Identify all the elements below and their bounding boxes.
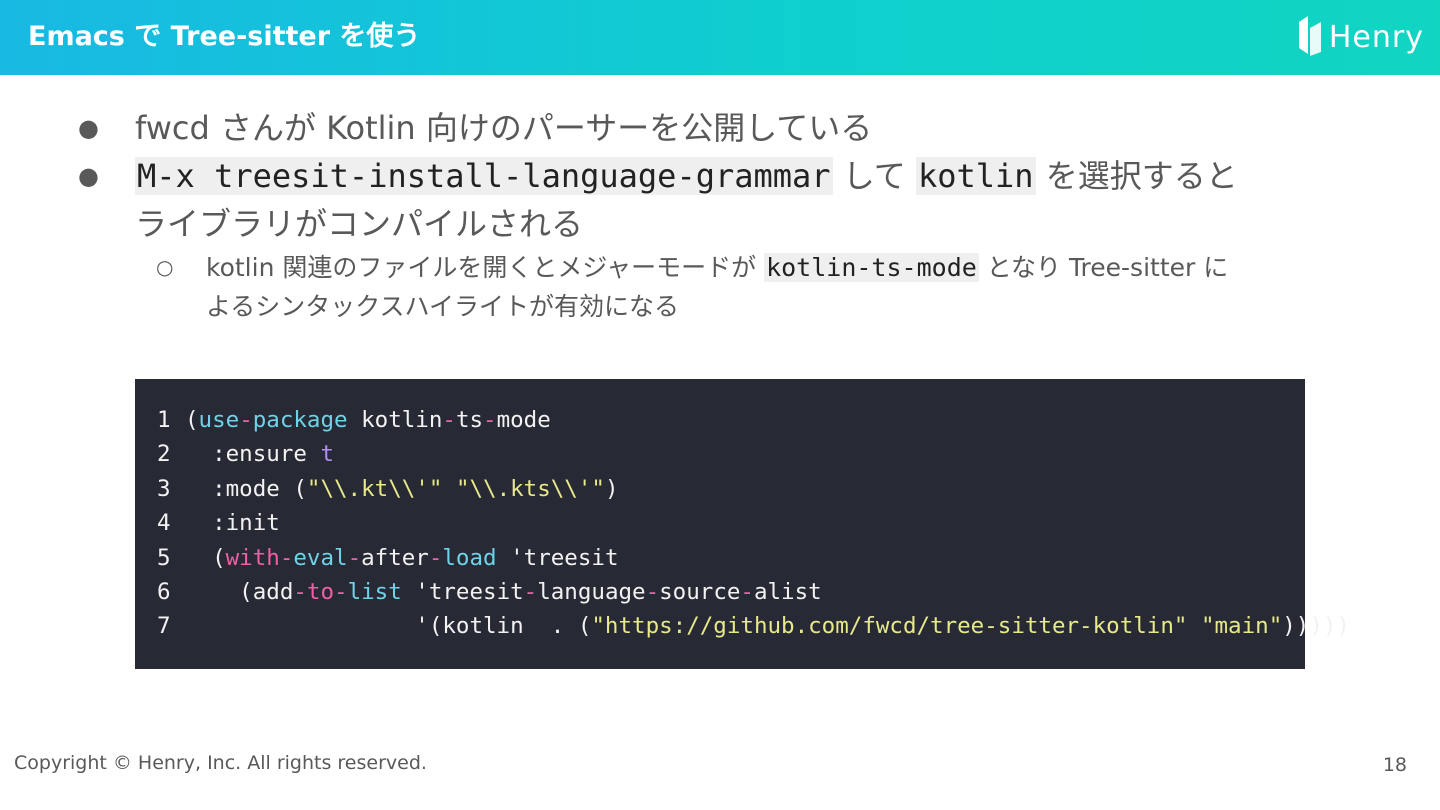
code-token: :mode ( (185, 475, 307, 502)
code-line: 2 :ensure t (157, 437, 1305, 471)
code-token: - (347, 544, 362, 571)
sub-bullet-item: ○ kotlin 関連のファイルを開くとメジャーモードが kotlin-ts-m… (156, 248, 1378, 326)
code-token: "\\.kts\\'" (455, 475, 605, 502)
line-number: 4 (157, 510, 171, 537)
bullet-text: M-x treesit-install-language-grammar して … (135, 152, 1375, 248)
code-token: - (523, 578, 538, 605)
henry-logo-icon (1297, 14, 1323, 60)
inline-code: kotlin-ts-mode (764, 253, 979, 282)
code-line: 7 '(kotlin . ("https://github.com/fwcd/t… (157, 609, 1350, 643)
code-token: t (320, 441, 335, 468)
code-token: ))))) (1282, 613, 1350, 640)
code-token: - (442, 407, 456, 433)
code-token: source (659, 578, 741, 605)
header-bar: Emacs で Tree-sitter を使う Henry (0, 0, 1440, 75)
bullet-item: ● M-x treesit-install-language-grammar し… (78, 152, 1378, 248)
slide: Emacs で Tree-sitter を使う Henry ● fwcd さんが… (0, 0, 1440, 810)
code-token: "https://github.com/fwcd/tree-sitter-kot… (591, 613, 1188, 640)
sub-bullet-text: kotlin 関連のファイルを開くとメジャーモードが kotlin-ts-mod… (206, 248, 1366, 326)
sub-bullet-text-part: となり Tree-sitter に (978, 253, 1229, 282)
henry-logo: Henry (1297, 14, 1424, 60)
bullet-dot-icon: ● (78, 114, 99, 142)
code-line: 5 (with-eval-after-load 'treesit (157, 541, 1305, 575)
code-block: 1 (use-package kotlin-ts-mode 2 :ensure t… (135, 379, 1350, 669)
code-token: alist (753, 578, 822, 605)
code-token: 'treesit (401, 578, 524, 605)
code-token: to (306, 578, 335, 605)
code-token: kotlin (347, 407, 443, 433)
code-token: "\\.kt\\'" (306, 475, 443, 502)
code-token: ts (455, 407, 484, 433)
code-token: - (334, 578, 348, 605)
inline-code: M-x treesit-install-language-grammar (135, 157, 833, 195)
code-token: use (198, 407, 240, 433)
code-line: 6 (add-to-list 'treesit-language-source-… (157, 575, 1305, 609)
code-token: - (645, 578, 660, 605)
line-number: 3 (157, 475, 171, 502)
bullet-text-part: して (832, 157, 916, 195)
code-token: language (537, 578, 646, 605)
code-token: - (483, 407, 497, 433)
slide-title: Emacs で Tree-sitter を使う (28, 21, 421, 52)
bullet-list: ● fwcd さんが Kotlin 向けのパーサーを公開している ● M-x t… (78, 104, 1378, 326)
bullet-text-part: ライブラリがコンパイルされる (135, 205, 584, 243)
code-token: eval (293, 544, 348, 571)
code-token: ( (185, 544, 226, 571)
code-token: after (361, 544, 429, 571)
code-token: load (442, 544, 497, 571)
code-token: - (740, 578, 754, 605)
code-token: - (428, 544, 443, 571)
code-token: - (279, 544, 294, 571)
line-number: 2 (157, 441, 171, 468)
code-token: mode (496, 407, 551, 433)
code-token: package (252, 407, 348, 433)
bullet-text-part: を選択すると (1035, 157, 1238, 195)
logo-text: Henry (1328, 19, 1424, 55)
code-token: (add (185, 578, 294, 605)
code-line: 1 (use-package kotlin-ts-mode (157, 403, 1305, 437)
bullet-item: ● fwcd さんが Kotlin 向けのパーサーを公開している (78, 104, 1378, 152)
bullet-dot-icon: ● (78, 162, 99, 190)
code-token: - (239, 407, 253, 433)
code-token: :ensure (185, 441, 321, 468)
code-line: 4 :init (157, 506, 1305, 540)
code-token: "main" (1200, 613, 1283, 640)
sub-bullet-text-part: kotlin 関連のファイルを開くとメジャーモードが (206, 253, 765, 282)
code-token: list (347, 578, 402, 605)
inline-code: kotlin (915, 157, 1036, 195)
line-number: 5 (157, 544, 171, 571)
code-token: with (225, 544, 280, 571)
line-number: 6 (157, 578, 171, 605)
page-number: 18 (1382, 754, 1407, 776)
line-number: 7 (157, 613, 171, 640)
sub-bullet-circle-icon: ○ (156, 255, 174, 279)
code-token: 'treesit (496, 544, 619, 571)
sub-bullet-text-part: よるシンタックスハイライトが有効になる (206, 292, 680, 321)
code-token: :init (185, 510, 280, 537)
code-token: ) (604, 475, 619, 502)
code-token: ( (185, 407, 199, 433)
line-number: 1 (157, 407, 171, 433)
code-line: 3 :mode ("\\.kt\\'" "\\.kts\\'") (157, 472, 1305, 506)
code-token: '(kotlin . ( (185, 613, 592, 640)
footer-copyright: Copyright © Henry, Inc. All rights reser… (14, 752, 427, 774)
bullet-text: fwcd さんが Kotlin 向けのパーサーを公開している (135, 109, 873, 147)
code-token: - (293, 578, 307, 605)
